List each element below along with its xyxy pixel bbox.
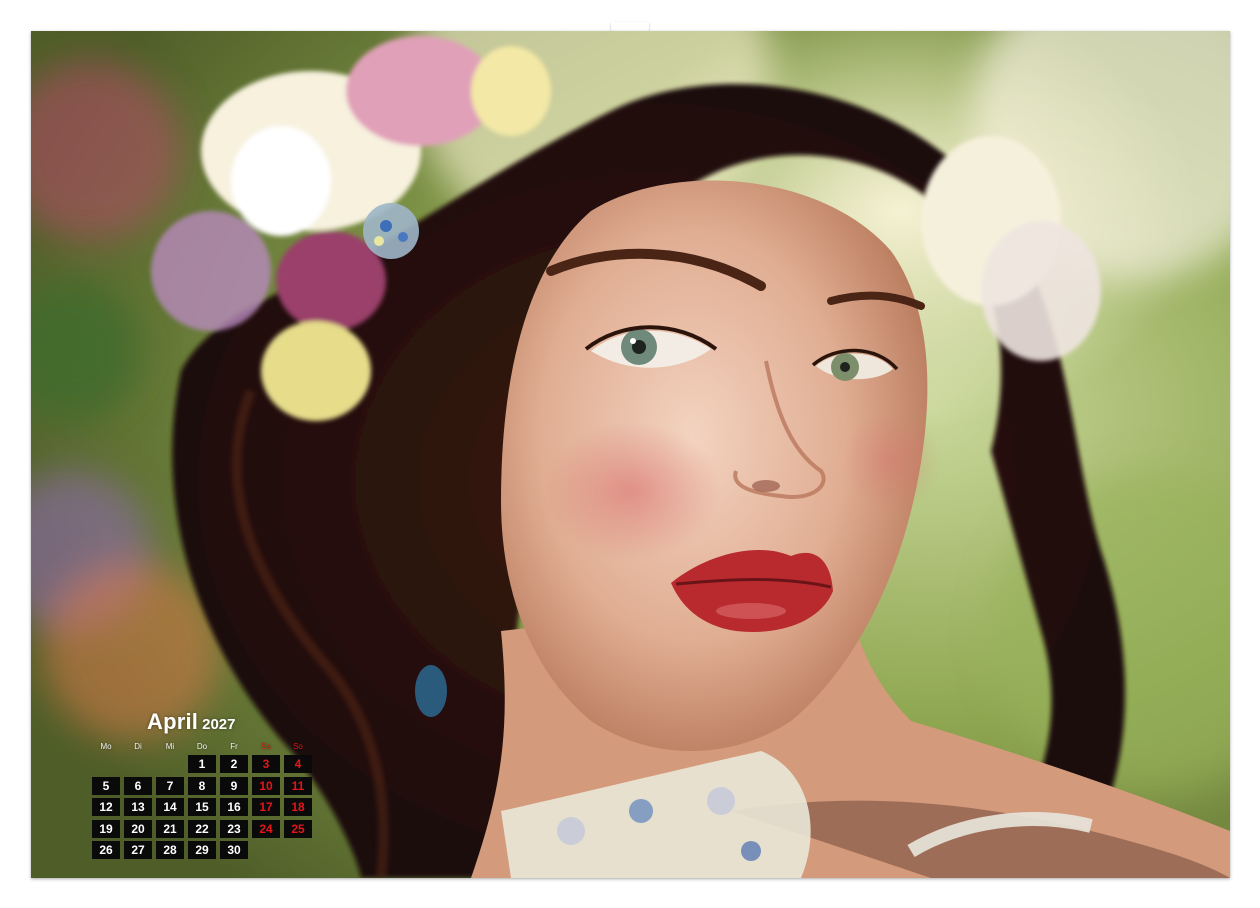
day-cell: 24 bbox=[252, 819, 280, 838]
day-cell: 27 bbox=[124, 841, 152, 859]
day-cell: 26 bbox=[92, 841, 120, 859]
day-cell: 17 bbox=[252, 798, 280, 816]
day-cell: 14 bbox=[156, 798, 184, 816]
day-cell: 18 bbox=[284, 798, 312, 816]
day-cell: 1 bbox=[188, 755, 216, 773]
day-cell: 25 bbox=[284, 819, 312, 838]
day-cell: 19 bbox=[92, 819, 120, 838]
weekday-label: Mo bbox=[100, 742, 112, 751]
day-cell: 10 bbox=[252, 776, 280, 795]
day-cell: 4 bbox=[284, 755, 312, 773]
day-cell: 20 bbox=[124, 819, 152, 838]
weekday-label: Do bbox=[196, 742, 208, 751]
weekday-label: Mi bbox=[165, 742, 175, 751]
day-cell: 6 bbox=[124, 776, 152, 795]
day-cell: 30 bbox=[220, 841, 248, 859]
day-cell: 23 bbox=[220, 819, 248, 838]
day-cell: 15 bbox=[188, 798, 216, 816]
weekday-label: Fr bbox=[230, 742, 238, 751]
day-cell: 5 bbox=[92, 776, 120, 795]
day-cell: 22 bbox=[188, 819, 216, 838]
day-cell: 7 bbox=[156, 776, 184, 795]
month-name: April bbox=[147, 709, 199, 734]
weekday-label: Di bbox=[134, 742, 142, 751]
day-cell: 12 bbox=[92, 798, 120, 816]
day-cell: 13 bbox=[124, 798, 152, 816]
calendar-title: April 2027 bbox=[147, 709, 236, 735]
day-cell: 21 bbox=[156, 819, 184, 838]
year-label: 2027 bbox=[202, 716, 236, 733]
day-cell: 29 bbox=[188, 841, 216, 859]
day-cell: 3 bbox=[252, 755, 280, 773]
weekday-header-row: Mo Di Mi Do Fr Sa So bbox=[92, 742, 318, 752]
weekday-label: Sa bbox=[261, 742, 271, 751]
weekday-label: So bbox=[293, 742, 303, 751]
day-cell: 28 bbox=[156, 841, 184, 859]
day-cell: 2 bbox=[220, 755, 248, 773]
day-cell: 16 bbox=[220, 798, 248, 816]
day-cell: 9 bbox=[220, 776, 248, 795]
day-cell: 11 bbox=[284, 776, 312, 795]
calendar-page: April 2027 Mo Di Mi Do Fr Sa So 1 2 3 4 5 6 7 8 9 10 11 12… bbox=[31, 31, 1230, 878]
day-cell: 8 bbox=[188, 776, 216, 795]
